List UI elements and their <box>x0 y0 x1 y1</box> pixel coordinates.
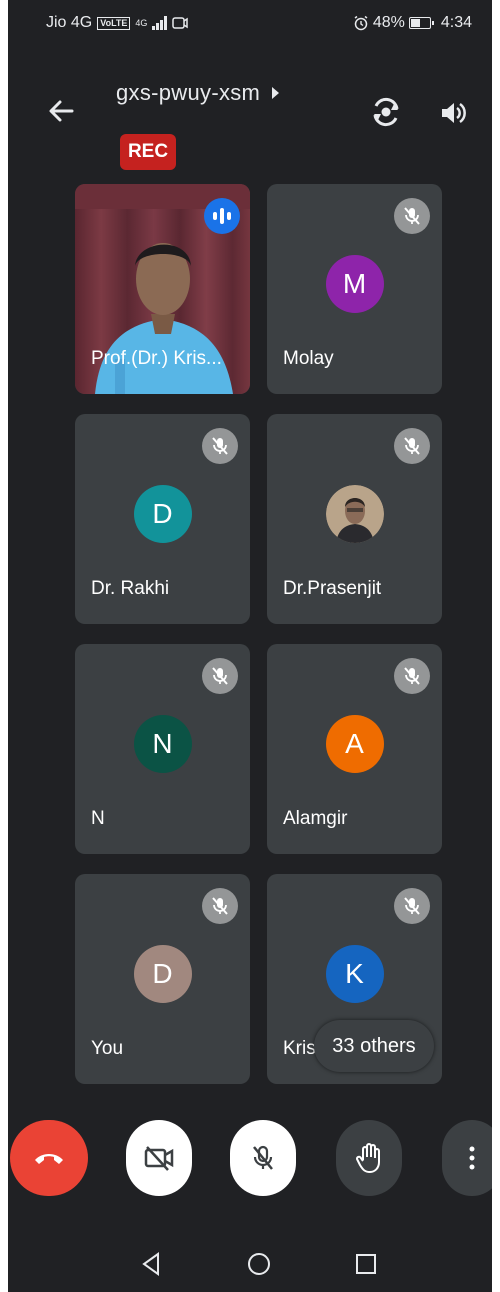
chevron-right-icon <box>272 87 280 99</box>
participant-name: Prof.(Dr.) Kris... <box>91 348 222 369</box>
participant-tile[interactable]: N N <box>75 644 250 854</box>
alarm-icon <box>354 15 368 31</box>
mic-off-icon <box>394 198 430 234</box>
participant-tile[interactable]: M Molay <box>267 184 442 394</box>
signal-icon <box>152 16 168 30</box>
participant-name: You <box>91 1038 124 1059</box>
avatar: K <box>325 945 384 1003</box>
speaking-indicator-icon <box>204 198 240 234</box>
mic-off-icon <box>394 888 430 924</box>
participant-name: Kris <box>283 1038 316 1059</box>
mic-off-icon <box>202 428 238 464</box>
back-arrow-icon[interactable] <box>46 96 76 126</box>
avatar: N <box>133 715 192 773</box>
mic-off-icon <box>394 428 430 464</box>
participant-name: Molay <box>283 348 334 369</box>
back-triangle-icon[interactable] <box>138 1250 166 1278</box>
switch-camera-icon[interactable] <box>370 96 402 128</box>
participant-tile-speaker[interactable]: Prof.(Dr.) Kris... <box>75 184 250 394</box>
raise-hand-button[interactable] <box>336 1120 402 1196</box>
recording-badge: REC <box>120 134 176 170</box>
mic-toggle-button[interactable] <box>230 1120 296 1196</box>
status-bar: Jio 4G VoLTE 4G 48% 4:34 <box>8 14 492 38</box>
participant-tile[interactable]: Dr.Prasenjit <box>267 414 442 624</box>
network-label: 4G <box>135 17 148 28</box>
avatar: D <box>133 945 192 1003</box>
avatar: M <box>325 255 384 313</box>
raise-hand-icon <box>356 1143 380 1173</box>
end-call-icon <box>35 1154 63 1164</box>
participant-name: Dr.Prasenjit <box>283 578 382 599</box>
avatar-photo <box>325 485 384 543</box>
participant-name: N <box>91 808 105 829</box>
mic-off-icon <box>394 658 430 694</box>
camera-toggle-button[interactable] <box>126 1120 192 1196</box>
carrier-label: Jio 4G <box>46 14 93 31</box>
system-nav-bar <box>8 1238 492 1290</box>
more-vert-icon <box>469 1146 475 1170</box>
participant-name: Alamgir <box>283 808 348 829</box>
recents-square-icon[interactable] <box>352 1250 380 1278</box>
more-options-button[interactable] <box>442 1120 492 1196</box>
end-call-button[interactable] <box>10 1120 88 1196</box>
home-circle-icon[interactable] <box>245 1250 273 1278</box>
avatar: A <box>325 715 384 773</box>
camera-off-icon <box>144 1146 174 1171</box>
battery-percent: 48% <box>372 14 405 31</box>
participant-tile-self[interactable]: D You <box>75 874 250 1084</box>
others-chip[interactable]: 33 others <box>314 1020 434 1072</box>
mic-off-icon <box>202 658 238 694</box>
mic-off-icon <box>202 888 238 924</box>
battery-icon <box>408 17 434 29</box>
participant-name: Dr. Rakhi <box>91 578 170 599</box>
avatar: D <box>133 485 192 543</box>
clock: 4:34 <box>440 14 472 31</box>
meet-screen: Jio 4G VoLTE 4G 48% 4:34 gxs-pwuy-xsm RE… <box>8 0 492 1292</box>
meeting-title[interactable]: gxs-pwuy-xsm <box>116 80 280 106</box>
participant-tile[interactable]: D Dr. Rakhi <box>75 414 250 624</box>
screen-record-icon <box>172 17 189 29</box>
participant-tile[interactable]: A Alamgir <box>267 644 442 854</box>
speaker-icon[interactable] <box>438 98 468 128</box>
meeting-code: gxs-pwuy-xsm <box>116 80 261 105</box>
volte-badge: VoLTE <box>97 16 131 30</box>
mic-off-icon <box>253 1145 273 1170</box>
